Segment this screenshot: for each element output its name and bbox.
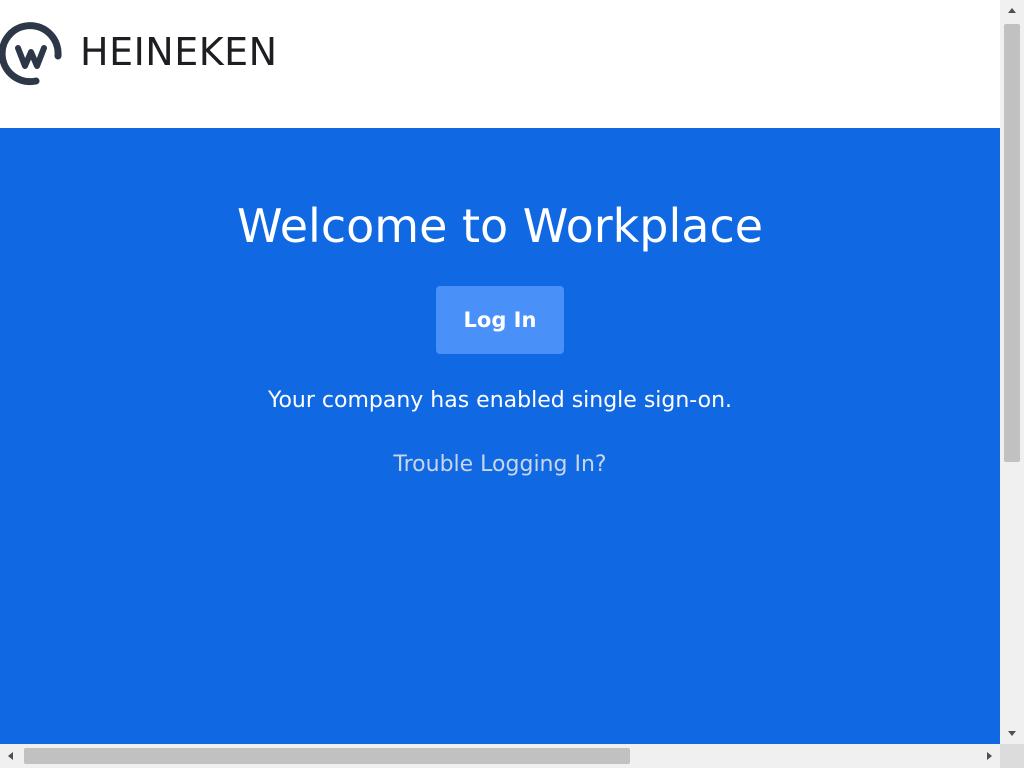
scroll-left-arrow-icon[interactable] <box>0 744 20 768</box>
scroll-down-arrow-icon[interactable] <box>1000 724 1024 744</box>
page-viewport: HEINEKEN Welcome to Workplace Log In You… <box>0 0 1000 744</box>
trouble-logging-in-link[interactable]: Trouble Logging In? <box>0 450 1000 480</box>
login-button[interactable]: Log In <box>436 286 564 354</box>
page-title: Welcome to Workplace <box>236 199 764 253</box>
vertical-scrollbar[interactable] <box>1000 0 1024 744</box>
scrollbar-corner <box>1000 744 1024 768</box>
horizontal-scrollbar[interactable] <box>0 744 1000 768</box>
scroll-up-arrow-icon[interactable] <box>1000 0 1024 20</box>
scroll-right-arrow-icon[interactable] <box>980 744 1000 768</box>
horizontal-scrollbar-thumb[interactable] <box>24 748 630 764</box>
workplace-logo-icon <box>0 16 64 86</box>
company-name: HEINEKEN <box>80 30 278 74</box>
welcome-hero: Welcome to Workplace Log In Your company… <box>0 128 1000 744</box>
sso-message: Your company has enabled single sign-on. <box>267 388 733 413</box>
page-header: HEINEKEN <box>0 0 1000 128</box>
vertical-scrollbar-thumb[interactable] <box>1004 24 1020 462</box>
